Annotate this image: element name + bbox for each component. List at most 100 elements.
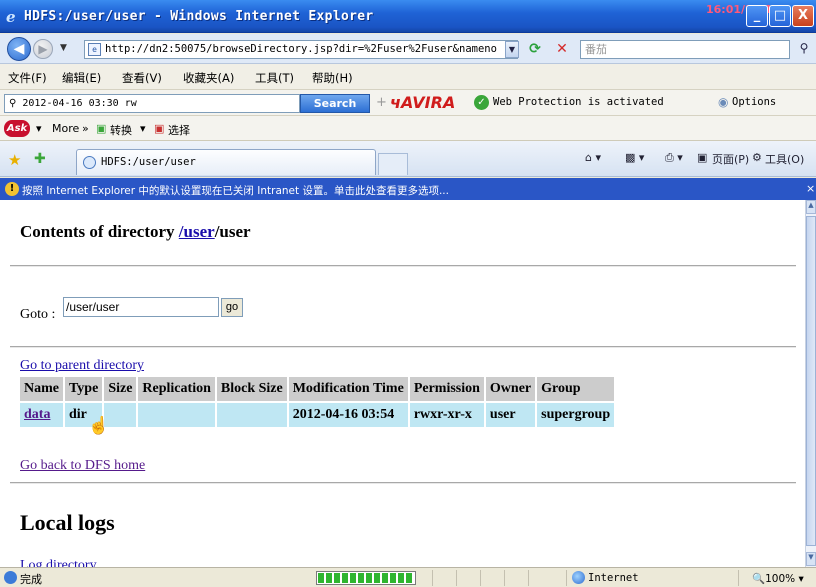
cell-owner: user bbox=[485, 403, 536, 427]
menu-tools[interactable]: 工具(T) bbox=[255, 70, 294, 86]
divider bbox=[10, 265, 796, 267]
ask-logo[interactable]: Ask bbox=[4, 120, 30, 137]
col-name: Name bbox=[20, 377, 63, 401]
user-dir-link[interactable]: /user bbox=[179, 222, 215, 241]
maximize-button[interactable]: □ bbox=[769, 5, 791, 27]
data-dir-link[interactable]: data bbox=[24, 407, 50, 422]
chevron-down-icon[interactable]: ▾ bbox=[140, 122, 146, 135]
scroll-thumb[interactable] bbox=[806, 216, 816, 546]
page-content: Contents of directory /user/user Goto : … bbox=[0, 200, 805, 567]
menu-help[interactable]: 帮助(H) bbox=[312, 70, 353, 86]
options-button[interactable]: Options bbox=[732, 96, 776, 108]
select-icon: ▣ bbox=[154, 122, 165, 135]
status-divider bbox=[504, 570, 505, 586]
refresh-icon[interactable]: ⟳ bbox=[525, 41, 545, 59]
more-button[interactable]: More bbox=[52, 122, 79, 135]
hand-cursor-icon: ☝ bbox=[88, 416, 110, 435]
cell-group: supergroup bbox=[537, 403, 615, 427]
status-divider bbox=[432, 570, 433, 586]
menu-favorites[interactable]: 收藏夹(A) bbox=[183, 70, 234, 86]
tab-active[interactable]: HDFS:/user/user bbox=[76, 149, 376, 175]
security-zone[interactable]: Internet bbox=[588, 572, 639, 584]
scroll-down-icon[interactable]: ▼ bbox=[806, 552, 816, 566]
new-tab-button[interactable] bbox=[378, 153, 408, 175]
print-icon[interactable]: ⎙ ▾ bbox=[665, 151, 683, 165]
menu-bar: 文件(F) 编辑(E) 查看(V) 收藏夹(A) 工具(T) 帮助(H) bbox=[0, 64, 816, 90]
status-divider bbox=[528, 570, 529, 586]
avira-brand: AVIRA bbox=[400, 93, 456, 112]
cell-replication bbox=[138, 403, 215, 427]
url-text: http://dn2:50075/browseDirectory.jsp?dir… bbox=[105, 43, 497, 55]
convert-button[interactable]: 转换 bbox=[110, 122, 132, 138]
local-logs-heading: Local logs bbox=[20, 510, 115, 535]
vertical-scrollbar[interactable]: ▲ ▼ bbox=[805, 200, 816, 567]
check-icon: ✓ bbox=[474, 95, 489, 110]
col-owner: Owner bbox=[485, 377, 536, 401]
add-favorites-icon[interactable]: ✚ bbox=[34, 151, 46, 167]
window-title: HDFS:/user/user - Windows Internet Explo… bbox=[24, 9, 374, 24]
divider bbox=[10, 482, 796, 484]
ask-toolbar: Ask ▾ More » ▣ 转换 ▾ ▣ 选择 bbox=[0, 116, 816, 141]
home-icon[interactable]: ⌂ ▾ bbox=[585, 151, 601, 164]
zoom-level[interactable]: 🔍100% ▾ bbox=[752, 572, 804, 585]
menu-file[interactable]: 文件(F) bbox=[8, 70, 47, 86]
stop-icon[interactable]: ✕ bbox=[552, 41, 572, 59]
log-directory-link[interactable]: Log directory bbox=[20, 558, 97, 567]
info-close-icon[interactable]: × bbox=[806, 182, 815, 195]
info-message: 按照 Internet Explorer 中的默认设置现在已关闭 Intrane… bbox=[22, 185, 449, 197]
status-bar: 完成 Internet 🔍100% ▾ bbox=[0, 567, 816, 587]
cell-modification-time: 2012-04-16 03:54 bbox=[288, 403, 408, 427]
toolbar-search-button[interactable]: Search bbox=[300, 94, 370, 113]
info-bar[interactable]: ! 按照 Internet Explorer 中的默认设置现在已关闭 Intra… bbox=[0, 178, 816, 200]
goto-label: Goto : bbox=[20, 307, 56, 322]
col-type: Type bbox=[65, 377, 103, 401]
status-divider bbox=[738, 570, 739, 586]
address-bar: ◀ ▶ ▼ e http://dn2:50075/browseDirectory… bbox=[0, 34, 816, 64]
dfs-home-link[interactable]: Go back to DFS home bbox=[20, 458, 145, 474]
page-title: Contents of directory /user/user bbox=[20, 222, 251, 242]
minimize-button[interactable]: _ bbox=[746, 5, 768, 27]
select-button[interactable]: 选择 bbox=[168, 122, 190, 138]
search-input[interactable]: 番茄 bbox=[580, 40, 790, 59]
progress-fill bbox=[318, 573, 414, 583]
tab-bar: ★ ✚ HDFS:/user/user ⌂ ▾ ▩ ▾ ⎙ ▾ ▣ 页面(P) … bbox=[0, 141, 816, 177]
scroll-up-icon[interactable]: ▲ bbox=[806, 200, 816, 214]
goto-input[interactable]: /user/user bbox=[63, 297, 219, 317]
cell-block-size bbox=[216, 403, 287, 427]
url-input[interactable]: e http://dn2:50075/browseDirectory.jsp?d… bbox=[84, 40, 518, 59]
col-replication: Replication bbox=[138, 377, 215, 401]
avira-logo[interactable]: чAVIRA bbox=[390, 93, 455, 112]
cell-permission: rwxr-xr-x bbox=[409, 403, 484, 427]
col-block-size: Block Size bbox=[216, 377, 287, 401]
col-permission: Permission bbox=[409, 377, 484, 401]
gear-icon: ⚙ bbox=[752, 151, 762, 164]
favorites-star-icon[interactable]: ★ bbox=[8, 151, 21, 169]
avira-toolbar: ⚲ 2012-04-16 03:30 rw Search + чAVIRA ✓ … bbox=[0, 90, 816, 116]
url-dropdown-icon[interactable]: ▼ bbox=[505, 41, 519, 58]
title-bar: e HDFS:/user/user - Windows Internet Exp… bbox=[0, 0, 816, 33]
col-modification-time: Modification Time bbox=[288, 377, 408, 401]
status-divider bbox=[456, 570, 457, 586]
status-text: 完成 bbox=[20, 573, 42, 586]
search-icon[interactable]: ⚲ bbox=[793, 40, 815, 59]
protection-status: Web Protection is activated bbox=[493, 96, 664, 108]
history-dropdown-icon[interactable]: ▼ bbox=[60, 43, 67, 53]
menu-view[interactable]: 查看(V) bbox=[122, 70, 162, 86]
search-icon: ⚲ bbox=[9, 98, 17, 109]
ie-tab-icon bbox=[83, 156, 96, 169]
back-button[interactable]: ◀ bbox=[7, 37, 31, 61]
feeds-icon[interactable]: ▩ ▾ bbox=[625, 151, 644, 164]
col-size: Size bbox=[104, 377, 137, 401]
forward-button[interactable]: ▶ bbox=[33, 39, 53, 59]
menu-edit[interactable]: 编辑(E) bbox=[62, 70, 101, 86]
page-menu[interactable]: 页面(P) bbox=[712, 151, 749, 167]
tools-menu[interactable]: 工具(O) bbox=[765, 151, 804, 167]
go-button[interactable]: go bbox=[221, 298, 243, 317]
table-header-row: Name Type Size Replication Block Size Mo… bbox=[20, 377, 615, 401]
info-icon: ! bbox=[5, 182, 19, 196]
parent-directory-link[interactable]: Go to parent directory bbox=[20, 358, 144, 374]
toolbar-search-text: 2012-04-16 03:30 rw bbox=[22, 98, 137, 109]
chevron-down-icon[interactable]: ▾ bbox=[36, 122, 42, 135]
close-button[interactable]: X bbox=[792, 5, 814, 27]
toolbar-search-input[interactable]: ⚲ 2012-04-16 03:30 rw bbox=[4, 94, 300, 113]
